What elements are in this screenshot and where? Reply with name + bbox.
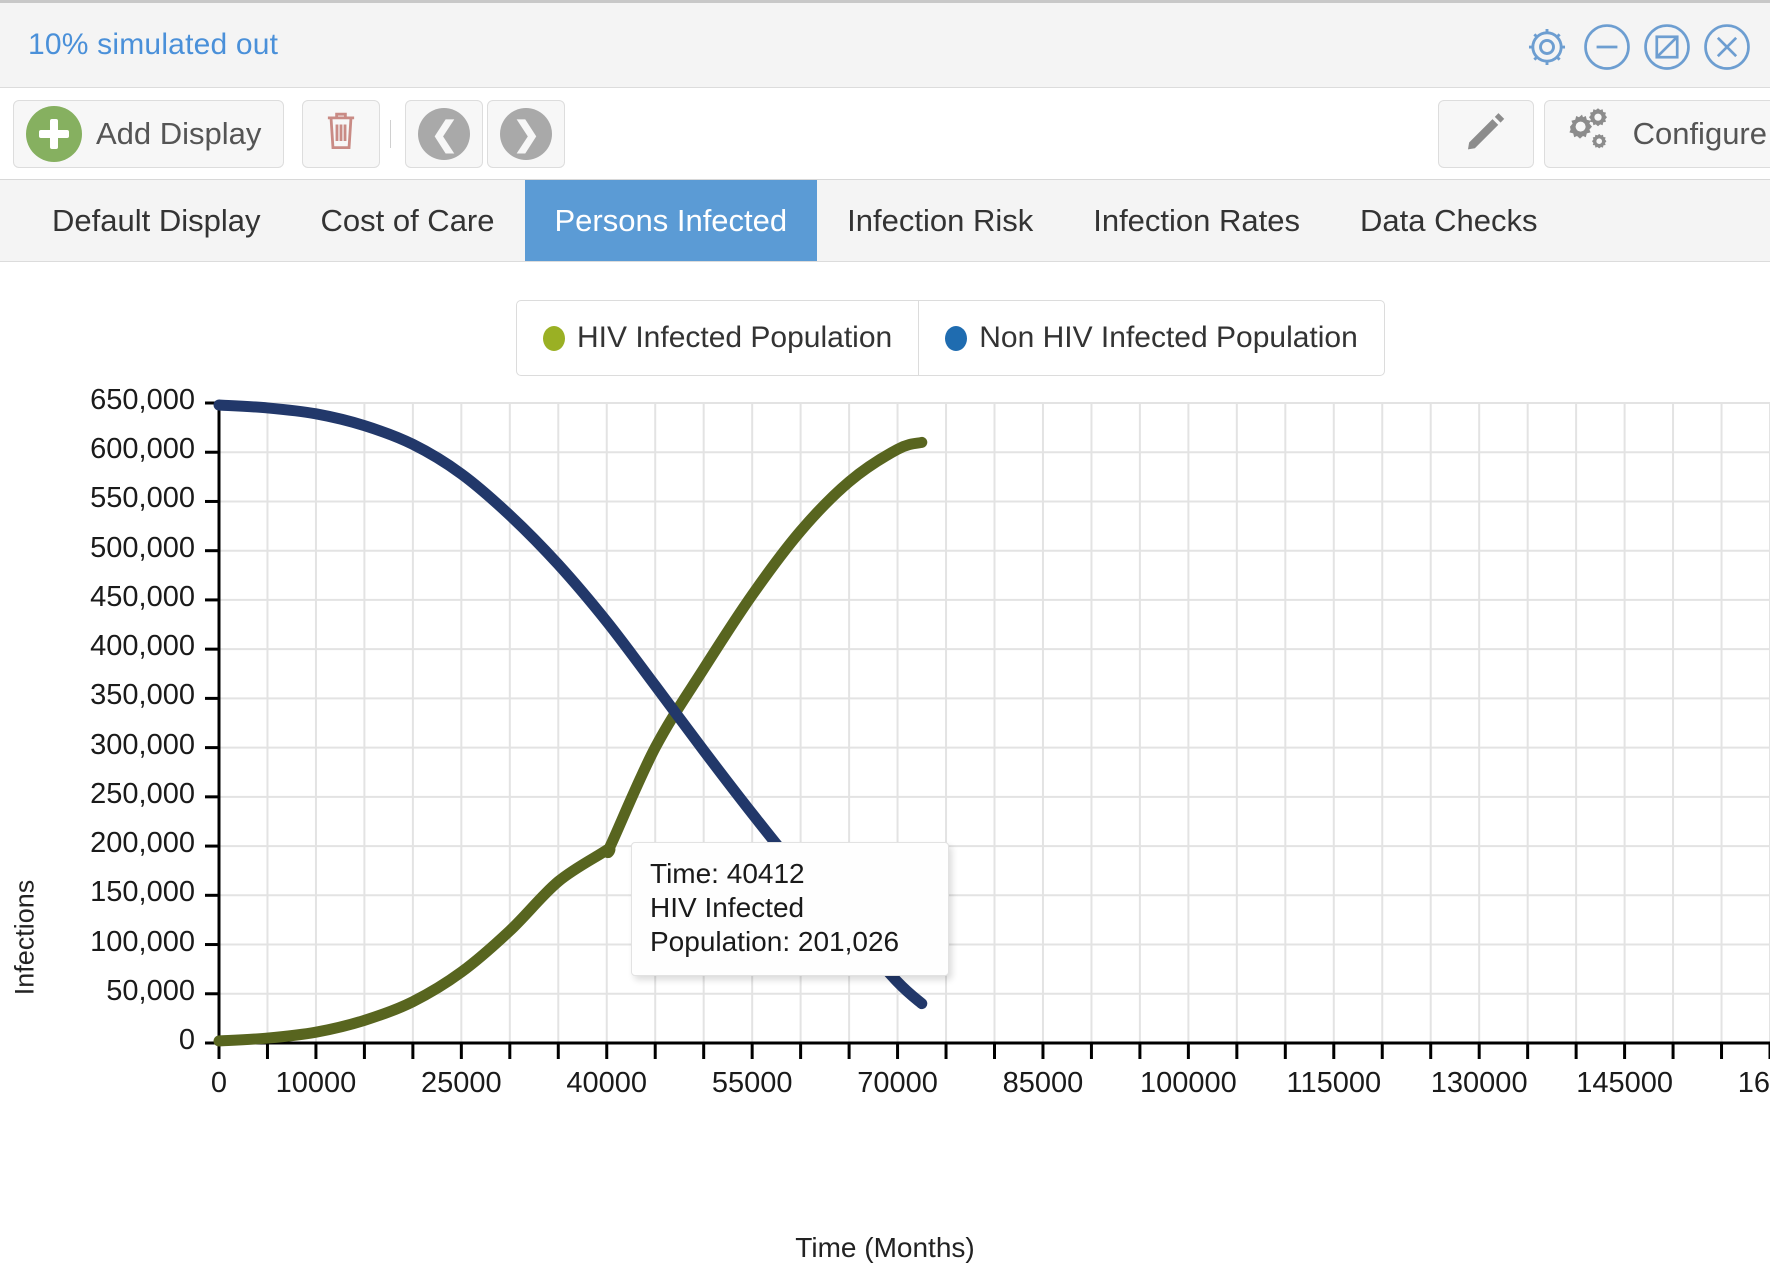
- window-title-bar: 10% simulated out: [0, 0, 1770, 88]
- y-tick-label: 250,000: [90, 777, 195, 810]
- y-tick-label: 600,000: [90, 433, 195, 466]
- edit-button[interactable]: [1437, 99, 1534, 168]
- tab-label: Cost of Care: [320, 202, 495, 238]
- tab-label: Data Checks: [1360, 202, 1538, 238]
- y-tick-label: 200,000: [90, 827, 195, 860]
- window-title: 10% simulated out: [28, 28, 279, 61]
- tab-label: Infection Risk: [847, 202, 1034, 238]
- add-display-label: Add Display: [96, 115, 262, 151]
- tab-infection-rates[interactable]: Infection Rates: [1063, 180, 1330, 261]
- toolbar-divider: [390, 119, 392, 148]
- display-tab-bar: Default Display Cost of Care Persons Inf…: [0, 180, 1770, 262]
- restore-icon[interactable]: [1642, 22, 1692, 72]
- x-tick-label: 1600: [1737, 1067, 1770, 1099]
- next-display-button[interactable]: ❯: [487, 99, 566, 168]
- tab-label: Infection Rates: [1093, 202, 1301, 238]
- plus-circle-icon: [26, 105, 82, 162]
- chevron-left-glyph: ❮: [430, 115, 459, 152]
- settings-icon[interactable]: [1522, 22, 1572, 72]
- tab-persons-infected[interactable]: Persons Infected: [524, 180, 818, 261]
- chevron-right-circle-icon: ❯: [500, 107, 553, 160]
- y-tick-label: 650,000: [90, 384, 195, 416]
- chevron-right-glyph: ❯: [512, 115, 541, 152]
- y-tick-label: 500,000: [90, 531, 195, 564]
- chevron-left-circle-icon: ❮: [418, 107, 471, 160]
- previous-display-button[interactable]: ❮: [405, 99, 484, 168]
- tab-default-display[interactable]: Default Display: [22, 180, 290, 261]
- y-tick-label: 300,000: [90, 728, 195, 761]
- y-axis-title: Infections: [9, 879, 40, 996]
- gears-icon: [1561, 105, 1617, 162]
- delete-display-button[interactable]: [302, 99, 381, 168]
- tab-label: Default Display: [52, 202, 261, 238]
- plot-gridlines: [218, 402, 1770, 1044]
- configure-button[interactable]: Configure: [1543, 99, 1770, 168]
- tab-cost-of-care[interactable]: Cost of Care: [290, 180, 524, 261]
- add-display-button[interactable]: Add Display: [13, 99, 285, 168]
- chart-panel: HIV Infected Population Non HIV Infected…: [0, 262, 1770, 1263]
- chart-tooltip: Time: 40412 HIV Infected Population: 201…: [631, 842, 949, 976]
- tooltip-value: Population: 201,026: [650, 925, 900, 957]
- x-axis-title: Time (Months): [795, 1232, 975, 1263]
- tab-infection-risk[interactable]: Infection Risk: [817, 180, 1063, 261]
- close-icon[interactable]: [1702, 22, 1752, 72]
- tab-label: Persons Infected: [554, 202, 788, 238]
- y-tick-label: 350,000: [90, 679, 195, 712]
- plot-svg[interactable]: [0, 262, 1770, 1183]
- y-tick-label: 550,000: [90, 482, 195, 515]
- minimize-icon[interactable]: [1582, 22, 1632, 72]
- tooltip-time: Time: 40412: [650, 858, 805, 889]
- window-controls: [1522, 3, 1752, 91]
- trash-icon: [320, 108, 362, 159]
- y-tick-label: 450,000: [90, 580, 195, 613]
- tab-data-checks[interactable]: Data Checks: [1330, 180, 1567, 261]
- pencil-icon: [1463, 108, 1509, 159]
- tooltip-series: HIV Infected: [650, 891, 805, 923]
- toolbar: Add Display ❮ ❯ Configure: [0, 88, 1770, 180]
- configure-label: Configure: [1632, 115, 1767, 151]
- y-tick-label: 400,000: [90, 630, 195, 663]
- y-tick-label: 0: [178, 1024, 195, 1056]
